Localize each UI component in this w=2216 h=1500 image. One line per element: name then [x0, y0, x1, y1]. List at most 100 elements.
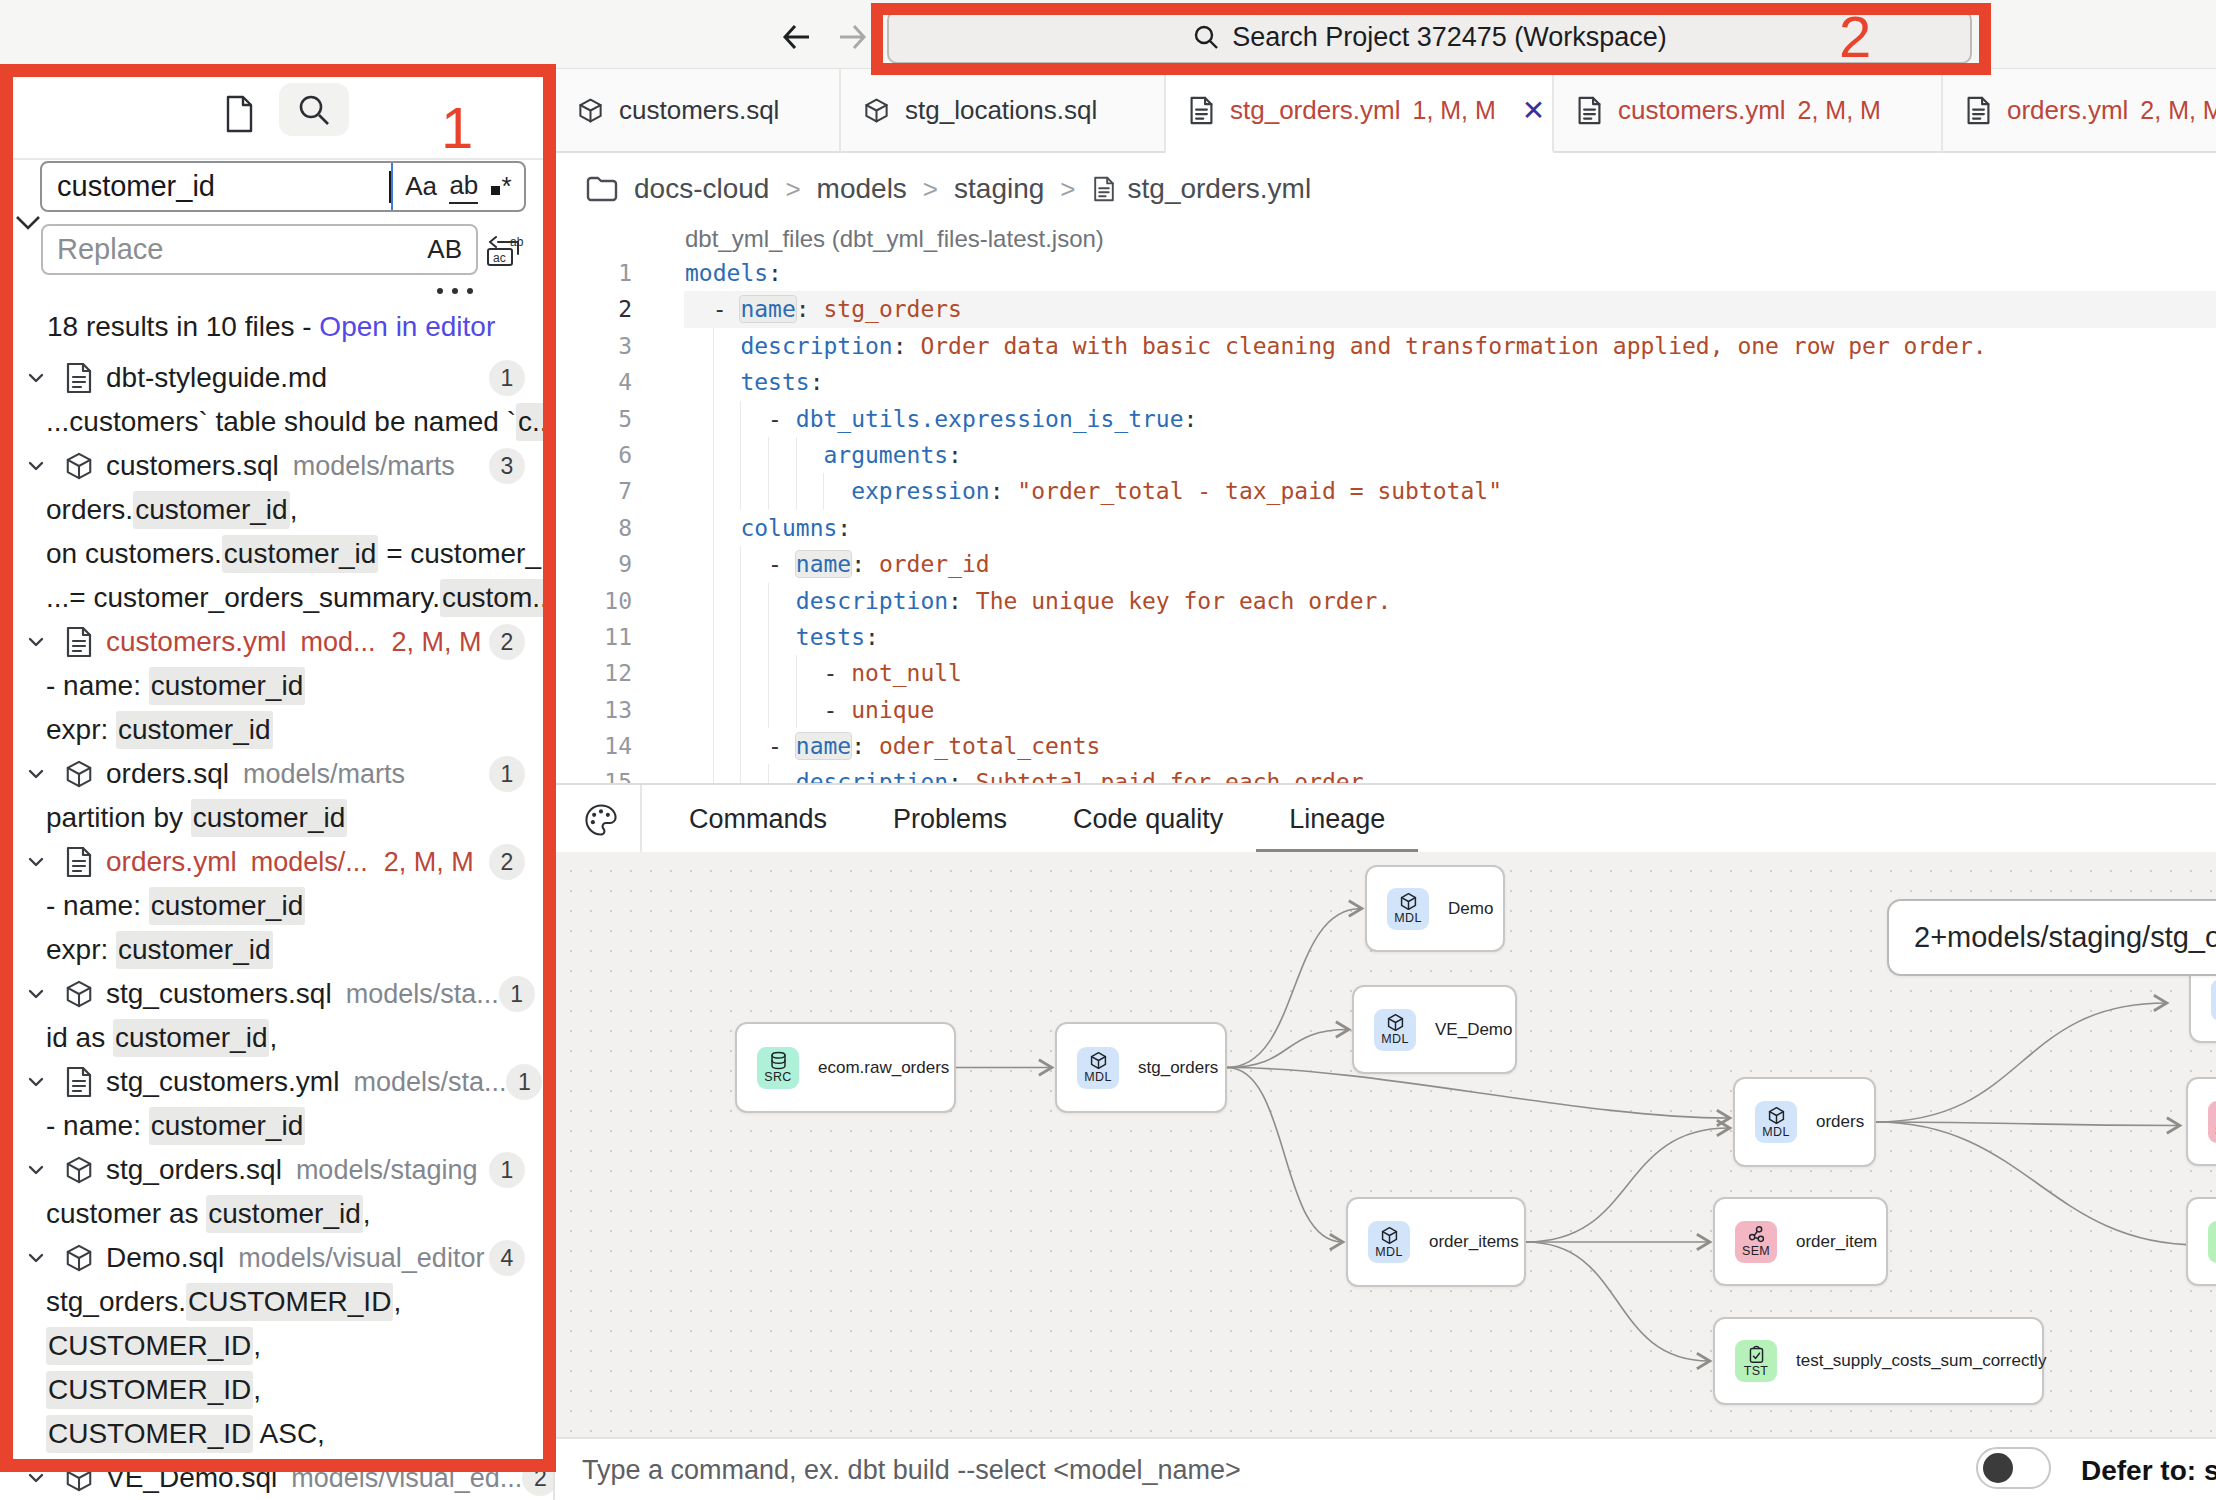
lineage-node-VE_Demo[interactable]: MDLVE_Demo — [1352, 985, 1517, 1074]
search-result-match-row[interactable]: stg_orders.CUSTOMER_ID, — [0, 1280, 553, 1324]
chevron-down-icon[interactable] — [25, 983, 47, 1005]
palette-icon[interactable] — [583, 802, 619, 838]
editor-tab-orders.yml[interactable]: orders.yml2, M, M — [1943, 69, 2216, 153]
search-result-match-row[interactable]: on customers.customer_id = customer_... — [0, 532, 553, 576]
defer-toggle[interactable] — [1976, 1447, 2051, 1489]
search-result-file-row[interactable]: orders.ymlmodels/...2, M, M2 — [0, 840, 553, 884]
search-result-file-row[interactable]: orders.sqlmodels/marts1 — [0, 752, 553, 796]
search-result-match-row[interactable]: expr: customer_id — [0, 928, 553, 972]
chevron-down-icon[interactable] — [25, 1071, 47, 1093]
tab-git-suffix: 2, M, M — [1798, 96, 1881, 125]
file-name: orders.sql — [106, 758, 229, 790]
search-result-file-row[interactable]: stg_customers.sqlmodels/sta...1 — [0, 972, 553, 1016]
panel-tab-Commands[interactable]: Commands — [656, 785, 860, 854]
search-result-match-row[interactable]: orders.customer_id, — [0, 488, 553, 532]
lineage-node-orders[interactable]: MDLorders — [1733, 1077, 1876, 1167]
chevron-down-icon[interactable] — [25, 1247, 47, 1269]
breadcrumb-item[interactable]: models — [817, 173, 907, 205]
model-file-icon — [64, 978, 94, 1010]
chevron-down-icon[interactable] — [25, 455, 47, 477]
token-key: tests — [796, 624, 865, 650]
search-result-match-row[interactable]: CUSTOMER_ID, — [0, 1368, 553, 1412]
search-result-match-row[interactable]: expr: customer_id — [0, 708, 553, 752]
line-number: 12 — [555, 655, 632, 691]
lineage-node-partial-TST[interactable]: TST — [2186, 1197, 2216, 1286]
token-key: arguments — [823, 442, 948, 468]
match-count-badge: 1 — [489, 756, 525, 792]
editor-tab-stg_locations.sql[interactable]: stg_locations.sql — [841, 69, 1166, 153]
find-input[interactable]: customer_id Aa ab * — [40, 161, 526, 212]
file-name: customers.sql — [106, 450, 279, 482]
panel-tab-Lineage[interactable]: Lineage — [1256, 785, 1418, 854]
token-key: expression — [851, 478, 989, 504]
node-kind-tag: MDL — [1375, 1245, 1402, 1259]
search-result-match-row[interactable]: ...customers` table should be named `c..… — [0, 400, 553, 444]
mdl-icon: MDL — [1077, 1047, 1119, 1089]
lineage-node-ecom.raw_orders[interactable]: SRCecom.raw_orders — [735, 1022, 956, 1113]
code-line-12: 12 - not_null — [555, 655, 2216, 691]
search-result-match-row[interactable]: - name: customer_id — [0, 884, 553, 928]
whole-word-button[interactable]: ab — [449, 170, 478, 204]
node-glyph-cube — [1089, 1051, 1108, 1070]
lineage-node-test_supply_costs_sum_correctly[interactable]: TSTtest_supply_costs_sum_correctly — [1713, 1317, 2044, 1405]
lineage-node-order_item[interactable]: SEMorder_item — [1713, 1197, 1888, 1286]
document-file-icon — [1188, 96, 1215, 125]
close-icon[interactable]: ✕ — [1522, 94, 1545, 127]
search-tool-icon[interactable] — [279, 83, 349, 136]
breadcrumb-item[interactable]: staging — [954, 173, 1044, 205]
panel-tab-Problems[interactable]: Problems — [860, 785, 1040, 854]
search-result-match-row[interactable]: - name: customer_id — [0, 1104, 553, 1148]
chevron-down-icon[interactable] — [25, 367, 47, 389]
match-case-button[interactable]: Aa — [405, 171, 437, 202]
search-result-file-row[interactable]: stg_orders.sqlmodels/staging1 — [0, 1148, 553, 1192]
editor-tab-stg_orders.yml[interactable]: stg_orders.yml1, M, M✕ — [1166, 69, 1554, 153]
document-file-icon — [64, 362, 94, 394]
breadcrumb-file[interactable]: stg_orders.yml — [1128, 173, 1312, 205]
preserve-case-button[interactable]: AB — [427, 234, 462, 265]
back-arrow-icon[interactable] — [778, 18, 816, 56]
search-result-match-row[interactable]: partition by customer_id — [0, 796, 553, 840]
chevron-down-icon[interactable] — [25, 631, 47, 653]
panel-tab-Code quality[interactable]: Code quality — [1040, 785, 1256, 854]
command-input[interactable]: Type a command, ex. dbt build --select <… — [582, 1439, 1241, 1500]
search-result-match-row[interactable]: CUSTOMER_ID, — [0, 1324, 553, 1368]
model-file-icon — [863, 96, 890, 125]
replace-all-icon[interactable]: ac ab — [484, 234, 526, 266]
editor-tab-customers.sql[interactable]: customers.sql — [555, 69, 841, 153]
search-result-file-row[interactable]: stg_customers.ymlmodels/sta...1 — [0, 1060, 553, 1104]
open-in-editor-link[interactable]: Open in editor — [319, 311, 495, 343]
search-result-file-row[interactable]: customers.ymlmod...2, M, M2 — [0, 620, 553, 664]
search-result-match-row[interactable]: CUSTOMER_ID ASC, — [0, 1412, 553, 1456]
lineage-canvas[interactable]: SRCecom.raw_orders MDLstg_orders MDLDemo MD… — [555, 852, 2216, 1437]
search-result-match-row[interactable]: id as customer_id, — [0, 1016, 553, 1060]
match-highlight: customer_id — [113, 1019, 270, 1057]
project-search-input[interactable]: Search Project 372475 (Workspace) — [887, 10, 1972, 64]
chevron-down-icon[interactable] — [25, 1159, 47, 1181]
lineage-node-stg_orders[interactable]: MDLstg_orders — [1055, 1022, 1227, 1113]
file-explorer-icon[interactable] — [213, 86, 265, 142]
replace-input[interactable]: Replace AB — [41, 224, 478, 275]
search-result-match-row[interactable]: customer as customer_id, — [0, 1192, 553, 1236]
search-result-match-row[interactable]: - name: customer_id — [0, 664, 553, 708]
code-line-15: 15 description: Subtotal paid for each o… — [555, 764, 2216, 783]
forward-arrow-icon[interactable] — [833, 18, 871, 56]
lineage-node-partial-SEM[interactable]: SEM — [2186, 1077, 2216, 1166]
more-actions-icon[interactable] — [437, 284, 473, 298]
chevron-down-icon[interactable] — [25, 1467, 47, 1489]
chevron-down-icon[interactable] — [25, 851, 47, 873]
code-editor[interactable]: dbt_yml_files (dbt_yml_files-latest.json… — [555, 225, 2216, 783]
editor-tab-customers.yml[interactable]: customers.yml2, M, M — [1554, 69, 1943, 153]
match-highlight: CUSTOMER_ID — [46, 1415, 253, 1453]
chevron-down-icon[interactable] — [25, 763, 47, 785]
match-count-badge: 2 — [489, 844, 525, 880]
search-result-file-row[interactable]: dbt-styleguide.md1 — [0, 356, 553, 400]
lineage-node-order_items[interactable]: MDLorder_items — [1346, 1197, 1526, 1287]
search-result-file-row[interactable]: VE_Demo.sqlmodels/visual_ed...2 — [0, 1456, 553, 1500]
breadcrumb-item[interactable]: docs-cloud — [634, 173, 769, 205]
regex-button[interactable]: * — [491, 171, 512, 202]
search-result-file-row[interactable]: Demo.sqlmodels/visual_editor4 — [0, 1236, 553, 1280]
lineage-node-Demo[interactable]: MDLDemo — [1365, 865, 1505, 952]
search-result-match-row[interactable]: ...= customer_orders_summary.custom... — [0, 576, 553, 620]
lineage-filter-box[interactable]: 2+models/staging/stg_or — [1887, 899, 2216, 976]
search-result-file-row[interactable]: customers.sqlmodels/marts3 — [0, 444, 553, 488]
